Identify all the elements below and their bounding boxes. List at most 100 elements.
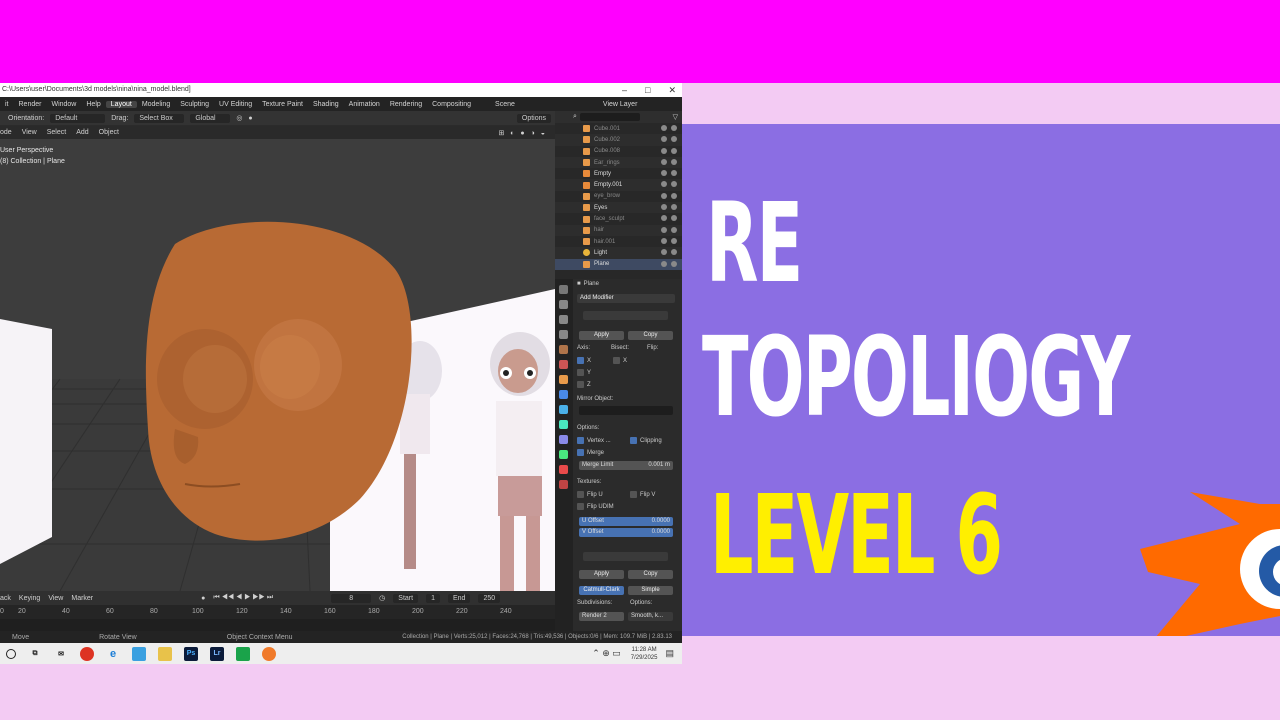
vertex-checkbox[interactable]	[577, 437, 584, 444]
flip-v-checkbox[interactable]	[630, 491, 637, 498]
clock-icon[interactable]: ◷	[379, 594, 385, 602]
flip-udim-checkbox[interactable]	[577, 503, 584, 510]
select-menu[interactable]: Select	[47, 129, 66, 136]
filter-icon[interactable]	[661, 237, 667, 244]
flip-u-row[interactable]: Flip U	[577, 491, 603, 498]
menu-edit[interactable]: it	[0, 101, 14, 108]
timeline-view-menu[interactable]: View	[48, 595, 63, 602]
eye-icon[interactable]	[671, 181, 677, 188]
subsurf-copy-button[interactable]: Copy	[628, 570, 673, 579]
axis-z-checkbox[interactable]	[577, 381, 584, 388]
tray-icons[interactable]: ⌃ ⊕ ▭	[592, 648, 621, 659]
end-frame-value[interactable]: 250	[478, 593, 501, 603]
outliner-item[interactable]: hair	[555, 224, 682, 236]
texture-tab-icon[interactable]	[559, 480, 568, 489]
mirror-object-field[interactable]	[579, 406, 673, 415]
bisect-x-row[interactable]: X	[613, 357, 627, 364]
filter-icon[interactable]: ▽	[673, 113, 678, 121]
outliner-search-input[interactable]	[579, 113, 640, 121]
mode-dropdown[interactable]: ode	[0, 129, 12, 136]
menu-window[interactable]: Window	[46, 101, 81, 108]
opera-icon[interactable]	[80, 646, 94, 661]
eye-icon[interactable]	[671, 215, 677, 222]
eye-icon[interactable]	[671, 237, 677, 244]
data-tab-icon[interactable]	[559, 450, 568, 459]
transform-orientation-dropdown[interactable]: Global	[190, 113, 231, 123]
filter-icon[interactable]	[661, 136, 667, 143]
view-menu[interactable]: View	[22, 129, 37, 136]
modifier-tab-icon[interactable]	[559, 390, 568, 399]
start-frame-value[interactable]: 1	[426, 593, 440, 603]
folder-icon[interactable]	[158, 646, 172, 661]
tool-tab-icon[interactable]	[559, 285, 568, 294]
eye-icon[interactable]	[671, 136, 677, 143]
outliner-item[interactable]: Cube.008	[555, 146, 682, 157]
outliner-item[interactable]: Eyes	[555, 202, 682, 214]
subsurf-apply-button[interactable]: Apply	[579, 570, 624, 579]
material-tab-icon[interactable]	[559, 465, 568, 474]
photoshop-icon[interactable]: Ps	[184, 646, 198, 661]
object-menu[interactable]: Object	[99, 129, 119, 136]
outliner-item[interactable]: Light	[555, 247, 682, 259]
edge-icon[interactable]: e	[106, 647, 120, 661]
filter-icon[interactable]	[661, 192, 667, 199]
filter-icon[interactable]	[661, 181, 667, 188]
axis-x-checkbox[interactable]	[577, 357, 584, 364]
add-menu[interactable]: Add	[76, 129, 88, 136]
eye-icon[interactable]	[671, 158, 677, 165]
marker-menu[interactable]: Marker	[71, 595, 93, 602]
copy-button[interactable]: Copy	[628, 331, 673, 340]
task-view-icon[interactable]: ⧉	[28, 647, 42, 661]
outliner-item[interactable]: Empty.001	[555, 179, 682, 191]
outliner-item[interactable]: Empty	[555, 168, 682, 179]
particles-tab-icon[interactable]	[559, 405, 568, 414]
timeline-ruler[interactable]: 0 20 40 60 80 100 120 140 160 180 200 22…	[0, 605, 555, 619]
output-tab-icon[interactable]	[559, 315, 568, 324]
apply-button[interactable]: Apply	[579, 331, 624, 340]
render-tab-icon[interactable]	[559, 300, 568, 309]
keying-menu[interactable]: Keying	[19, 595, 40, 602]
eye-icon[interactable]	[671, 170, 677, 177]
scene-selector[interactable]: Scene	[490, 101, 520, 108]
filter-icon[interactable]	[661, 170, 667, 177]
playback-controls[interactable]: ⏮ ◀◀ ◀ ▶ ▶▶ ⏭	[213, 594, 273, 602]
drag-dropdown[interactable]: Select Box	[134, 113, 185, 123]
outliner-item[interactable]: Cube.002	[555, 134, 682, 146]
flip-udim-row[interactable]: Flip UDIM	[577, 503, 614, 510]
filter-icon[interactable]	[661, 125, 667, 131]
axis-x-row[interactable]: X	[577, 357, 591, 364]
filter-icon[interactable]	[661, 249, 667, 256]
outliner-item[interactable]: eye_brow	[555, 191, 682, 202]
tab-layout[interactable]: Layout	[105, 100, 137, 108]
flip-u-checkbox[interactable]	[577, 491, 584, 498]
current-frame-field[interactable]: 8	[331, 593, 372, 603]
merge-limit-field[interactable]: Merge Limit 0.001 m	[579, 461, 673, 470]
view-layer-selector[interactable]: View Layer	[598, 101, 643, 108]
tab-rendering[interactable]: Rendering	[385, 101, 427, 108]
tab-shading[interactable]: Shading	[308, 101, 344, 108]
eye-icon[interactable]	[671, 147, 677, 154]
outliner-item[interactable]: Ear_rings	[555, 156, 682, 169]
orientation-dropdown[interactable]: Default	[50, 113, 106, 123]
outliner-item[interactable]: Cube.001	[555, 123, 682, 134]
search-circle-icon[interactable]	[6, 648, 16, 659]
mail-icon[interactable]: ✉	[54, 647, 68, 661]
timeline-scrub-area[interactable]	[0, 619, 555, 631]
notification-icon[interactable]: ▤	[665, 648, 674, 659]
eye-icon[interactable]	[671, 249, 677, 256]
filter-icon[interactable]	[661, 226, 667, 233]
tab-uv-editing[interactable]: UV Editing	[214, 101, 257, 108]
snap-icon[interactable]: ◎	[236, 114, 242, 122]
axis-y-row[interactable]: Y	[577, 369, 591, 376]
shading-icons[interactable]: ⊞ ◐ ● ◑ ◒	[498, 129, 547, 137]
clipping-row[interactable]: Clipping	[630, 437, 662, 444]
filter-icon[interactable]	[661, 158, 667, 165]
clock[interactable]: 11:28 AM 7/29/2025	[631, 646, 658, 662]
close-icon[interactable]: ✕	[668, 83, 676, 97]
options-dropdown[interactable]: Options	[516, 113, 551, 123]
u-offset-field[interactable]: U Offset 0.0000	[579, 517, 673, 526]
maximize-icon[interactable]: □	[645, 83, 650, 97]
filter-icon[interactable]	[661, 215, 667, 222]
smooth-dropdown[interactable]: Smooth, k...	[628, 612, 673, 621]
menu-render[interactable]: Render	[14, 101, 47, 108]
